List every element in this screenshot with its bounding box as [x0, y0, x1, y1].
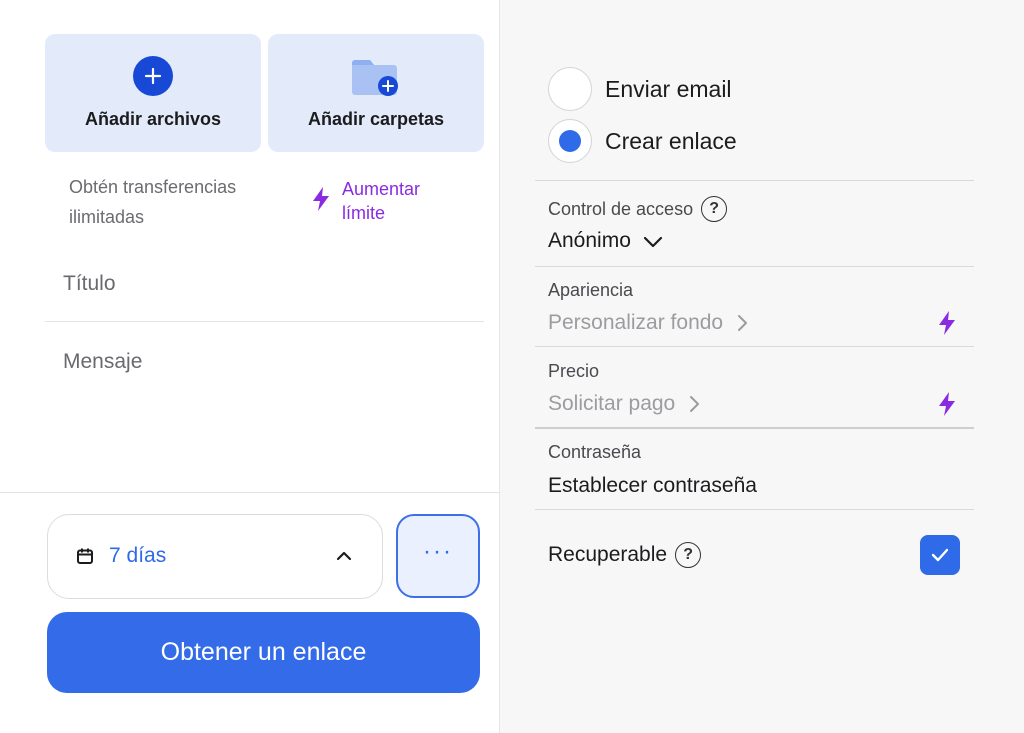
divider [535, 509, 974, 510]
get-link-button[interactable]: Obtener un enlace [47, 612, 480, 693]
add-files-label: Añadir archivos [84, 109, 222, 129]
divider [535, 266, 974, 267]
message-input[interactable]: Mensaje [63, 350, 142, 374]
divider [0, 492, 500, 493]
chevron-down-icon [643, 235, 663, 248]
send-email-option[interactable]: Enviar email [548, 67, 732, 111]
plus-circle-icon [133, 56, 173, 96]
help-icon[interactable]: ? [701, 196, 728, 222]
access-control-text: Control de acceso [548, 198, 694, 219]
folder-plus-icon [351, 56, 401, 103]
bolt-icon [312, 187, 330, 217]
expiry-value: 7 días [109, 544, 167, 567]
add-folders-label: Añadir carpetas [307, 109, 445, 129]
calendar-icon [76, 547, 94, 570]
recoverable-text: Recuperable [548, 543, 668, 566]
help-icon[interactable]: ? [675, 542, 702, 568]
divider [45, 321, 484, 322]
more-options-button[interactable]: ··· [396, 514, 480, 598]
send-email-label: Enviar email [605, 75, 732, 102]
create-link-label: Crear enlace [605, 127, 737, 154]
bolt-icon [938, 392, 956, 421]
chevron-right-icon [737, 314, 748, 332]
password-label: Contraseña [548, 442, 642, 462]
transfer-panel: Añadir archivos Añadir carpetas Obtén tr… [0, 0, 1024, 733]
increase-limit-label: Aumentar límite [342, 179, 421, 223]
divider [535, 427, 974, 429]
access-control-label: Control de acceso ? [548, 196, 728, 222]
chevron-right-icon [689, 395, 700, 413]
add-files-button[interactable]: Añadir archivos [45, 34, 261, 152]
chevron-up-icon [336, 549, 352, 567]
access-control-select[interactable]: Anónimo [548, 229, 663, 253]
transfer-limit-text: Obtén transferencias ilimitadas [69, 177, 237, 227]
expiry-select[interactable]: 7 días [47, 514, 383, 599]
request-payment-link[interactable]: Solicitar pago [548, 392, 700, 416]
radio-selected[interactable] [548, 119, 592, 163]
price-label: Precio [548, 361, 600, 381]
add-folders-button[interactable]: Añadir carpetas [268, 34, 484, 152]
more-options-label: ··· [423, 538, 453, 565]
radio-unselected[interactable] [548, 67, 592, 111]
increase-limit-link[interactable]: Aumentar límite [312, 177, 462, 225]
divider [535, 346, 974, 347]
customize-background-text: Personalizar fondo [548, 311, 724, 334]
title-input[interactable]: Título [63, 272, 116, 296]
request-payment-text: Solicitar pago [548, 392, 676, 415]
right-panel: Enviar email Crear enlace Control de acc… [501, 0, 1024, 733]
access-control-value: Anónimo [548, 229, 631, 252]
appearance-label: Apariencia [548, 280, 634, 300]
customize-background-link[interactable]: Personalizar fondo [548, 311, 748, 335]
divider [535, 180, 974, 181]
set-password-input[interactable]: Establecer contraseña [548, 474, 757, 498]
recoverable-checkbox[interactable] [920, 535, 960, 575]
bolt-icon [938, 311, 956, 340]
check-icon [930, 547, 950, 563]
create-link-option[interactable]: Crear enlace [548, 119, 737, 163]
recoverable-label: Recuperable ? [548, 542, 702, 568]
left-panel: Añadir archivos Añadir carpetas Obtén tr… [0, 0, 500, 733]
